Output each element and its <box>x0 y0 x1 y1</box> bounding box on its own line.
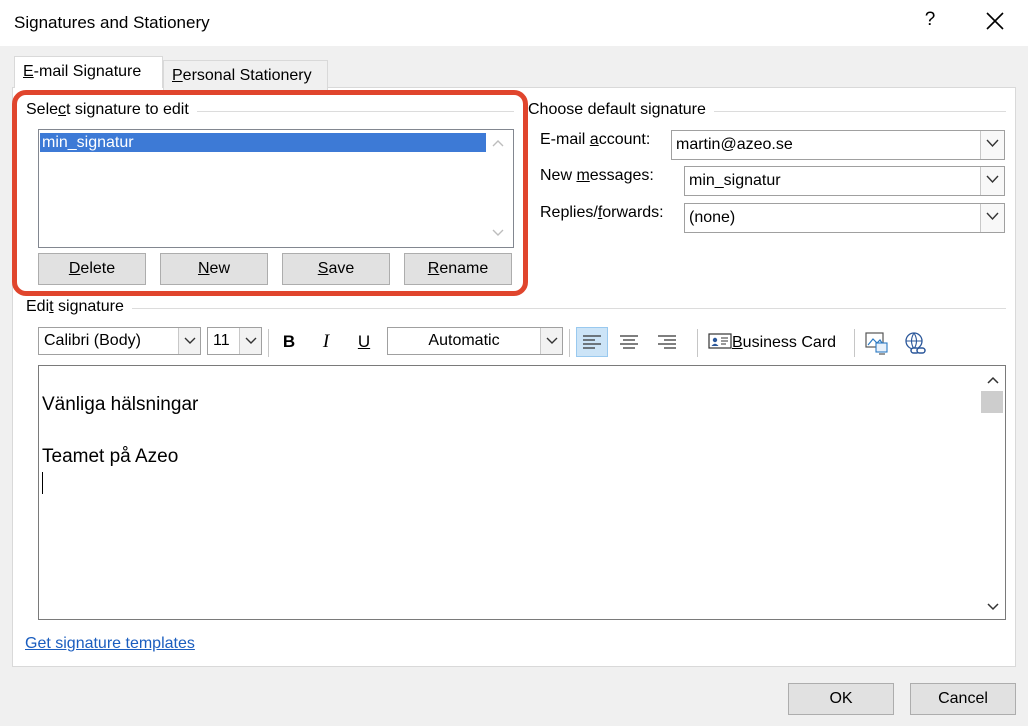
font-color-select[interactable]: Automatic <box>387 327 563 355</box>
business-card-label: usiness Card <box>742 334 837 351</box>
font-size-select[interactable]: 11 <box>207 327 262 355</box>
tab-label: ersonal Stationery <box>182 67 312 84</box>
tab-label-u: E <box>23 63 34 80</box>
align-center-icon <box>620 335 638 349</box>
edit-signature-group-label: Edit signature <box>26 298 132 316</box>
toolbar-separator <box>268 329 269 357</box>
chevron-down-icon[interactable] <box>980 131 1004 159</box>
editor-line: Vänliga hälsningar <box>42 394 199 415</box>
align-left-icon <box>583 335 601 349</box>
font-color-value: Automatic <box>428 332 500 349</box>
email-account-value: martin@azeo.se <box>676 136 793 153</box>
chevron-down-icon[interactable] <box>540 328 562 354</box>
chevron-down-icon[interactable] <box>178 328 200 354</box>
label-part: E-mail <box>540 131 590 148</box>
new-messages-label: New messages: <box>540 167 654 185</box>
close-icon[interactable] <box>982 6 1008 36</box>
insert-picture-button[interactable] <box>864 330 890 356</box>
help-button[interactable]: ? <box>920 9 940 31</box>
tab-personal-stationery[interactable]: Personal Stationery <box>163 60 328 90</box>
toolbar-separator <box>854 329 855 357</box>
chevron-down-icon[interactable] <box>980 204 1004 232</box>
font-value: Calibri (Body) <box>44 332 141 349</box>
replies-forwards-value: (none) <box>689 209 736 226</box>
align-left-button[interactable] <box>576 327 608 357</box>
business-card-accel: B <box>732 334 743 351</box>
align-right-icon <box>658 335 676 349</box>
new-messages-select[interactable]: min_signatur <box>684 166 1005 196</box>
label-part: orwards: <box>602 204 664 221</box>
window-title: Signatures and Stationery <box>14 13 210 32</box>
cancel-button[interactable]: Cancel <box>910 683 1016 715</box>
toolbar-separator <box>697 329 698 357</box>
group-label-part: Edi <box>26 298 50 315</box>
get-signature-templates-link[interactable]: Get signature templates <box>25 635 195 653</box>
scroll-up-icon[interactable] <box>986 372 1000 390</box>
font-select[interactable]: Calibri (Body) <box>38 327 201 355</box>
new-messages-value: min_signatur <box>689 172 781 189</box>
scrollbar-thumb[interactable] <box>981 391 1003 413</box>
toolbar-separator <box>569 329 570 357</box>
label-part: ccount: <box>598 131 651 148</box>
text-caret <box>42 472 43 494</box>
default-signature-group-label: Choose default signature <box>528 101 714 119</box>
underline-button[interactable]: U <box>350 329 378 355</box>
email-account-select[interactable]: martin@azeo.se <box>671 130 1005 160</box>
scroll-down-icon[interactable] <box>986 599 1000 617</box>
tab-label: -mail Signature <box>33 63 142 80</box>
label-part: Replies/ <box>540 204 598 221</box>
replies-forwards-select[interactable]: (none) <box>684 203 1005 233</box>
italic-button[interactable]: I <box>312 329 340 355</box>
business-card-icon <box>708 333 732 349</box>
email-account-label: E-mail account: <box>540 131 650 149</box>
chevron-down-icon[interactable] <box>980 167 1004 195</box>
align-right-button[interactable] <box>652 328 682 356</box>
group-label-part: signature <box>53 298 124 315</box>
editor-line: Teamet på Azeo <box>42 446 179 467</box>
insert-picture-icon <box>865 332 888 355</box>
replies-forwards-label: Replies/forwards: <box>540 204 664 222</box>
align-center-button[interactable] <box>614 328 644 356</box>
label-accel: a <box>589 131 599 148</box>
tab-label-u: P <box>172 67 183 84</box>
label-part: New <box>540 167 577 184</box>
chevron-down-icon[interactable] <box>239 328 261 354</box>
bold-button[interactable]: B <box>275 329 303 355</box>
font-size-value: 11 <box>213 332 230 349</box>
label-part: essages: <box>589 167 654 184</box>
label-accel: m <box>576 167 590 184</box>
highlight-annotation <box>12 90 528 296</box>
hyperlink-icon <box>905 332 926 354</box>
tab-email-signature[interactable]: E-mail Signature <box>14 56 163 88</box>
group-divider <box>26 308 1006 309</box>
hyperlink-button[interactable] <box>901 330 929 358</box>
business-card-button[interactable]: Business Card <box>708 329 836 357</box>
ok-button[interactable]: OK <box>788 683 894 715</box>
